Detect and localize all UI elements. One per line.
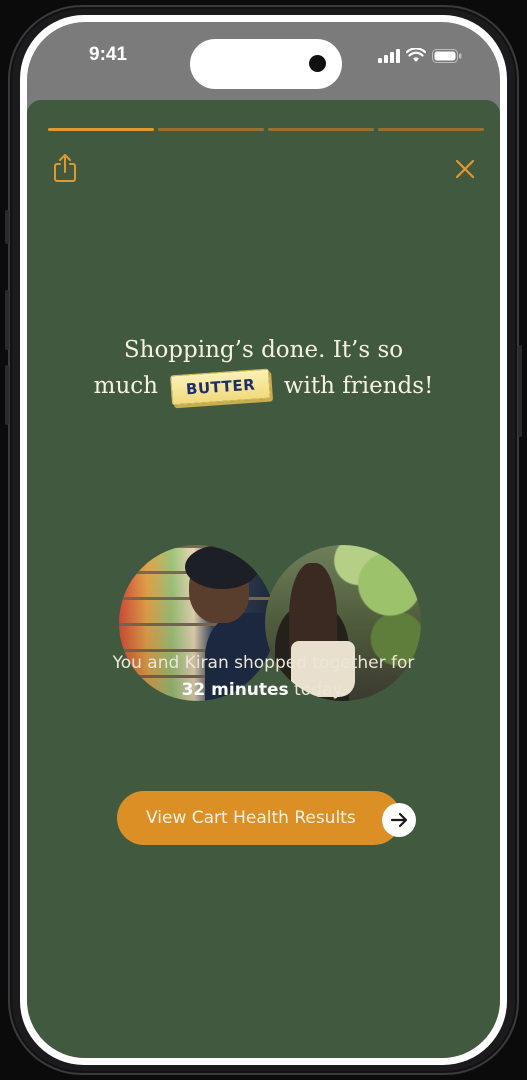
arrow-right-icon: [390, 812, 408, 828]
headline-after-sticker: with friends!: [283, 373, 434, 399]
battery-icon: [432, 48, 462, 63]
phone-frame: 9:41 Shopping’s done. It’s so much BUTTE…: [5, 5, 522, 1075]
dynamic-island: [190, 39, 342, 89]
progress-segment: [378, 128, 484, 131]
status-icons: [378, 48, 462, 63]
progress-segment: [268, 128, 374, 131]
action-button: [5, 210, 9, 244]
share-icon: [54, 154, 76, 182]
summary-line-2: 32 minutes today.: [57, 677, 470, 704]
close-icon: [455, 159, 475, 179]
volume-up-button: [5, 290, 9, 350]
story-card: Shopping’s done. It’s so much BUTTER wit…: [27, 100, 500, 1058]
headline-line-1: Shopping’s done. It’s so: [123, 337, 404, 363]
progress-segment-active: [48, 128, 154, 131]
photo-figure: [185, 545, 259, 589]
status-time: 9:41: [89, 44, 128, 65]
story-headline: Shopping’s done. It’s so much BUTTER wit…: [57, 332, 470, 406]
story-progress: [48, 128, 484, 131]
summary-line-1: You and Kiran shopped together for: [112, 653, 415, 673]
cellular-signal-icon: [378, 48, 400, 63]
summary-duration: 32 minutes: [181, 680, 289, 700]
view-cart-health-results-button[interactable]: View Cart Health Results: [117, 791, 401, 845]
shopping-summary: You and Kiran shopped together for 32 mi…: [57, 650, 470, 704]
screen: 9:41 Shopping’s done. It’s so much BUTTE…: [27, 22, 500, 1058]
close-button[interactable]: [452, 156, 478, 182]
share-button[interactable]: [51, 152, 79, 184]
phone-bezel: 9:41 Shopping’s done. It’s so much BUTTE…: [20, 15, 507, 1065]
volume-down-button: [5, 365, 9, 425]
summary-suffix: today.: [294, 680, 346, 700]
cta-label: View Cart Health Results: [146, 808, 356, 828]
cta-arrow-button[interactable]: [382, 803, 416, 837]
camera-icon: [309, 55, 326, 72]
headline-line-2: much BUTTER with friends!: [57, 368, 470, 406]
power-button: [518, 345, 522, 437]
wifi-icon: [406, 48, 426, 62]
progress-segment: [158, 128, 264, 131]
butter-sticker: BUTTER: [170, 368, 272, 406]
headline-before-sticker: much: [93, 373, 158, 399]
